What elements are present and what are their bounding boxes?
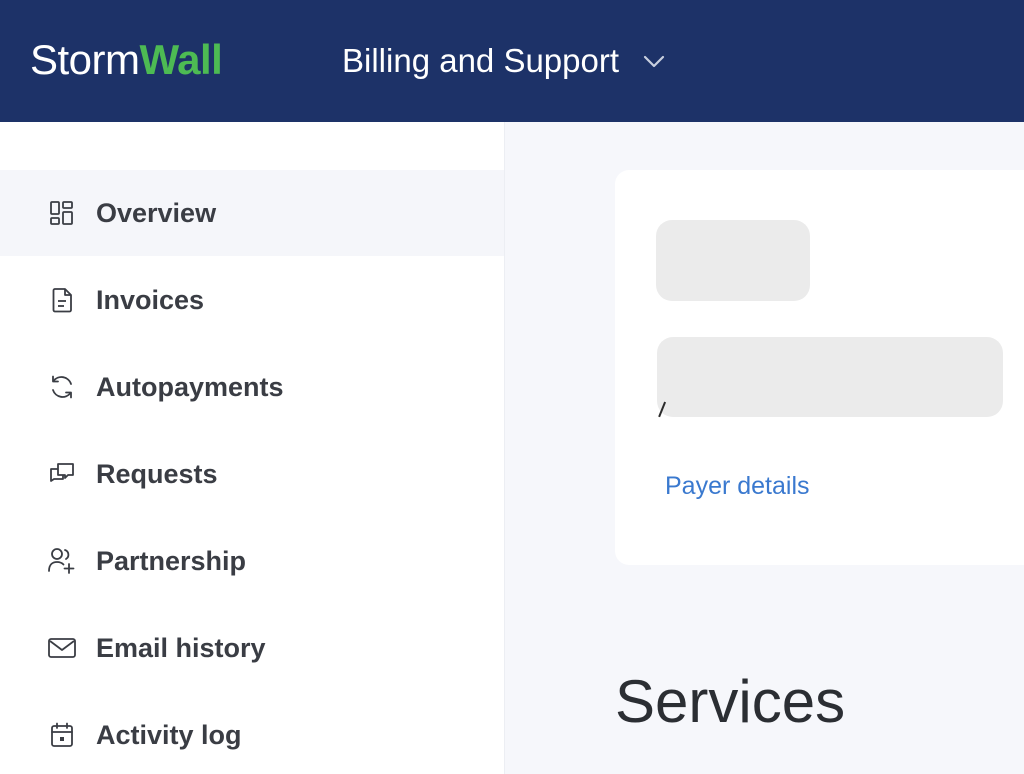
payer-details-link[interactable]: Payer details <box>665 472 810 501</box>
mail-icon <box>46 632 78 664</box>
sidebar-item-autopayments[interactable]: Autopayments <box>0 344 504 430</box>
logo-wall-text: Wall <box>139 36 223 83</box>
sidebar-item-email-history[interactable]: Email history <box>0 605 504 691</box>
top-bar: StormWall Billing and Support <box>0 0 1024 122</box>
loading-placeholder-title <box>656 220 810 301</box>
refresh-icon <box>46 371 78 403</box>
chevron-down-icon <box>641 48 667 74</box>
stormwall-logo[interactable]: StormWall <box>30 36 223 84</box>
grid-icon <box>46 197 78 229</box>
sidebar-item-overview[interactable]: Overview <box>0 170 504 256</box>
chat-icon <box>46 458 78 490</box>
sidebar: Overview Invoices Autopayments Requests … <box>0 122 505 774</box>
sidebar-item-partnership[interactable]: Partnership <box>0 518 504 604</box>
sidebar-item-label: Overview <box>96 197 217 228</box>
sidebar-item-label: Autopayments <box>96 371 284 402</box>
services-heading: Services <box>615 668 846 735</box>
calendar-icon <box>46 719 78 751</box>
sidebar-item-label: Activity log <box>96 719 242 750</box>
user-plus-icon <box>46 545 78 577</box>
section-switcher[interactable]: Billing and Support <box>342 40 667 82</box>
sidebar-item-requests[interactable]: Requests <box>0 431 504 517</box>
logo-storm-text: Storm <box>30 36 140 83</box>
account-card: Payer details <box>615 170 1024 565</box>
sidebar-item-label: Invoices <box>96 284 205 315</box>
sidebar-item-label: Email history <box>96 632 266 663</box>
main-content: Payer details Services <box>505 122 1024 774</box>
sidebar-item-label: Requests <box>96 458 218 489</box>
sidebar-item-activity-log[interactable]: Activity log <box>0 692 504 774</box>
sidebar-item-invoices[interactable]: Invoices <box>0 257 504 343</box>
section-title: Billing and Support <box>342 42 620 79</box>
sidebar-item-label: Partnership <box>96 545 247 576</box>
loading-placeholder-balance <box>657 337 1003 417</box>
document-icon <box>46 284 78 316</box>
